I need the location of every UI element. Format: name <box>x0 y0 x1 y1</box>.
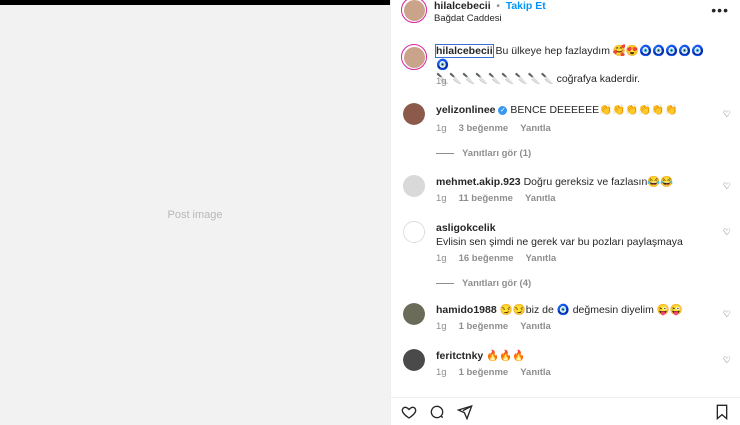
header-separator: • <box>496 1 500 12</box>
comment-item: yelizonlinee ✓ BENCE DEEEEEE👏👏👏👏👏👏 1g 3 … <box>391 103 740 163</box>
replies-line <box>436 153 454 154</box>
follow-button[interactable]: Takip Et <box>506 0 546 12</box>
heart-icon[interactable] <box>401 404 417 423</box>
comment-time[interactable]: 1g <box>436 123 447 134</box>
post-actions-bar <box>391 397 740 425</box>
comment-text: BENCE DEEEEEE👏👏👏👏👏👏 <box>510 104 678 116</box>
commenter-avatar[interactable] <box>403 303 425 325</box>
comment-like-icon[interactable]: ♡ <box>723 109 731 120</box>
author-avatar[interactable] <box>401 0 427 23</box>
commenter-avatar[interactable] <box>403 175 425 197</box>
view-replies-label: Yanıtları gör (1) <box>462 148 532 159</box>
comment-time[interactable]: 1g <box>436 367 447 378</box>
comment-text: Evlisin sen şimdi ne gerek var bu pozlar… <box>436 236 683 248</box>
share-icon[interactable] <box>456 404 473 423</box>
comment-item: asligokcelik Evlisin sen şimdi ne gerek … <box>391 221 740 291</box>
commenter-username[interactable]: hamido1988 <box>436 304 497 316</box>
view-replies-button[interactable]: Yanıtları gör (4) <box>436 278 531 289</box>
caption: hilalcebecii Bu ülkeye hep fazlaydım 🥰😍🧿… <box>391 44 740 89</box>
comment-likes[interactable]: 1 beğenme <box>459 367 509 378</box>
view-replies-label: Yanıtları gör (4) <box>462 278 532 289</box>
post-header: hilalcebecii • Takip Et Bağdat Caddesi •… <box>391 0 740 30</box>
comment-like-icon[interactable]: ♡ <box>723 181 731 192</box>
comment-likes[interactable]: 1 beğenme <box>459 321 509 332</box>
bookmark-icon[interactable] <box>715 404 729 423</box>
comment-like-icon[interactable]: ♡ <box>723 309 731 320</box>
reply-button[interactable]: Yanıtla <box>526 253 557 264</box>
commenter-username[interactable]: yelizonlinee <box>436 104 496 116</box>
comment-item: mehmet.akip.923 Doğru gereksiz ve fazlas… <box>391 175 740 210</box>
commenter-username[interactable]: feritctnky <box>436 350 483 362</box>
comment-item: hamido1988 😏😏biz de 🧿 değmesin diyelim 😜… <box>391 303 740 338</box>
comment-icon[interactable] <box>429 404 445 423</box>
comment-text: Doğru gereksiz ve fazlasın😂😂 <box>523 176 674 188</box>
location-link[interactable]: Bağdat Caddesi <box>434 13 502 24</box>
comment-likes[interactable]: 16 beğenme <box>459 253 514 264</box>
comment-text: 🔥🔥🔥 <box>486 350 526 362</box>
verified-badge-icon: ✓ <box>498 105 508 115</box>
reply-button[interactable]: Yanıtla <box>525 193 556 204</box>
comment-text: 😏😏biz de 🧿 değmesin diyelim 😜😜 <box>499 304 683 316</box>
comment-time[interactable]: 1g <box>436 193 447 204</box>
commenter-username[interactable]: mehmet.akip.923 <box>436 176 521 188</box>
comment-time[interactable]: 1g <box>436 253 447 264</box>
comment-time[interactable]: 1g <box>436 321 447 332</box>
view-replies-button[interactable]: Yanıtları gör (1) <box>436 148 531 159</box>
reply-button[interactable]: Yanıtla <box>520 367 551 378</box>
caption-username[interactable]: hilalcebecii <box>435 44 494 58</box>
comment-likes[interactable]: 11 beğenme <box>459 193 513 204</box>
comment-like-icon[interactable]: ♡ <box>723 227 731 238</box>
commenter-username[interactable]: asligokcelik <box>436 222 496 234</box>
caption-text-line2: 🔪🔪🔪🔪🔪🔪🔪🔪🔪 coğrafya kaderdir. <box>436 73 641 85</box>
commenter-avatar[interactable] <box>403 221 425 243</box>
comment-like-icon[interactable]: ♡ <box>723 355 731 366</box>
author-username[interactable]: hilalcebecii <box>434 0 491 12</box>
replies-line <box>436 283 454 284</box>
post-side-panel: hilalcebecii • Takip Et Bağdat Caddesi •… <box>390 0 740 425</box>
commenter-avatar[interactable] <box>403 103 425 125</box>
post-media[interactable]: Post image <box>0 0 390 425</box>
more-horizontal-icon[interactable]: ••• <box>711 2 729 18</box>
image-placeholder: Post image <box>167 209 223 221</box>
comment-likes[interactable]: 3 beğenme <box>459 123 509 134</box>
reply-button[interactable]: Yanıtla <box>520 321 551 332</box>
reply-button[interactable]: Yanıtla <box>520 123 551 134</box>
commenter-avatar[interactable] <box>403 349 425 371</box>
caption-avatar[interactable] <box>401 44 427 70</box>
caption-time[interactable]: 1g <box>436 76 447 87</box>
comment-item: feritctnky 🔥🔥🔥 1g 1 beğenme Yanıtla ♡ <box>391 349 740 384</box>
